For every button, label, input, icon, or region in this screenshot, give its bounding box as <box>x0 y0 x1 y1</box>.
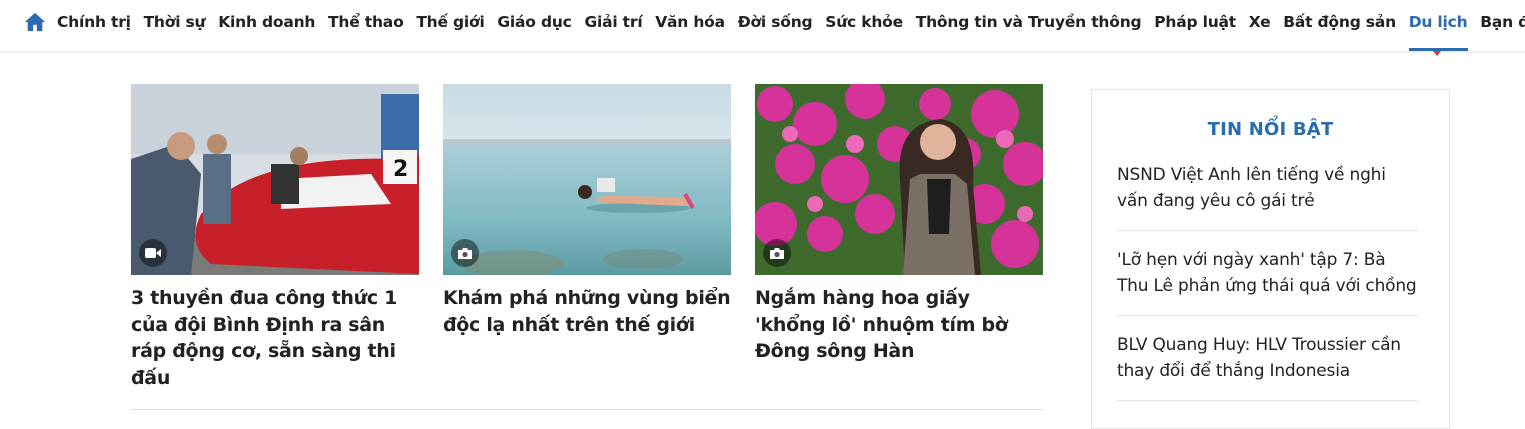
article-thumbnail[interactable]: 2 <box>131 84 419 275</box>
nav-item-the-thao[interactable]: Thể thao <box>328 0 416 51</box>
featured-news-list: NSND Việt Anh lên tiếng về nghi vấn đang… <box>1117 162 1418 417</box>
nav-item-ban-doc[interactable]: Bạn đọc <box>1480 0 1525 51</box>
video-icon <box>139 239 167 267</box>
article-thumbnail[interactable] <box>755 84 1043 275</box>
top-navigation: Chính trị Thời sự Kinh doanh Thể thao Th… <box>0 0 1525 56</box>
bougainvillea-photo <box>755 84 1043 275</box>
article-card[interactable]: 2 3 thuyền đua công thức 1 của đội Bình … <box>131 84 419 391</box>
nav-item-du-lich[interactable]: Du lịch <box>1408 0 1481 51</box>
nav-item-xe[interactable]: Xe <box>1249 0 1283 51</box>
nav-item-doi-song[interactable]: Đời sống <box>738 0 826 51</box>
sea-photo <box>443 84 731 275</box>
article-title[interactable]: Ngắm hàng hoa giấy 'khổng lồ' nhuộm tím … <box>755 285 1043 365</box>
nav-item-thong-tin-truyen-thong[interactable]: Thông tin và Truyền thông <box>916 0 1155 51</box>
nav-item-thoi-su[interactable]: Thời sự <box>144 0 219 51</box>
featured-news-heading: TIN NỔI BẬT <box>1207 119 1334 140</box>
nav-item-kinh-doanh[interactable]: Kinh doanh <box>218 0 328 51</box>
section-divider <box>131 409 1043 410</box>
article-thumbnail[interactable] <box>443 84 731 275</box>
boat-race-photo: 2 <box>131 84 419 275</box>
nav-item-suc-khoe[interactable]: Sức khỏe <box>825 0 915 51</box>
nav-item-the-gioi[interactable]: Thế giới <box>416 0 497 51</box>
article-title[interactable]: 3 thuyền đua công thức 1 của đội Bình Đị… <box>131 285 419 391</box>
featured-news-item[interactable]: 'Lỡ hẹn với ngày xanh' tập 7: Bà Thu Lê … <box>1117 247 1418 316</box>
nav-item-phap-luat[interactable]: Pháp luật <box>1154 0 1249 51</box>
camera-icon <box>763 239 791 267</box>
featured-news-box: TIN NỔI BẬT NSND Việt Anh lên tiếng về n… <box>1091 89 1450 429</box>
nav-item-bat-dong-san[interactable]: Bất động sản <box>1283 0 1408 51</box>
article-title[interactable]: Khám phá những vùng biển độc lạ nhất trê… <box>443 285 731 338</box>
nav-item-van-hoa[interactable]: Văn hóa <box>655 0 737 51</box>
article-card[interactable]: Khám phá những vùng biển độc lạ nhất trê… <box>443 84 731 338</box>
camera-icon <box>451 239 479 267</box>
home-icon[interactable] <box>24 11 46 33</box>
article-card[interactable]: Ngắm hàng hoa giấy 'khổng lồ' nhuộm tím … <box>755 84 1043 365</box>
svg-text:2: 2 <box>393 157 408 182</box>
nav-item-giai-tri[interactable]: Giải trí <box>584 0 655 51</box>
dropdown-marker-icon <box>1433 51 1441 56</box>
featured-news-item[interactable]: NSND Việt Anh lên tiếng về nghi vấn đang… <box>1117 162 1418 231</box>
nav-menu: Chính trị Thời sự Kinh doanh Thể thao Th… <box>57 0 1525 51</box>
nav-item-chinh-tri[interactable]: Chính trị <box>57 0 144 51</box>
nav-item-giao-duc[interactable]: Giáo dục <box>497 0 584 51</box>
featured-news-item[interactable]: BLV Quang Huy: HLV Troussier cần thay đổ… <box>1117 332 1418 401</box>
